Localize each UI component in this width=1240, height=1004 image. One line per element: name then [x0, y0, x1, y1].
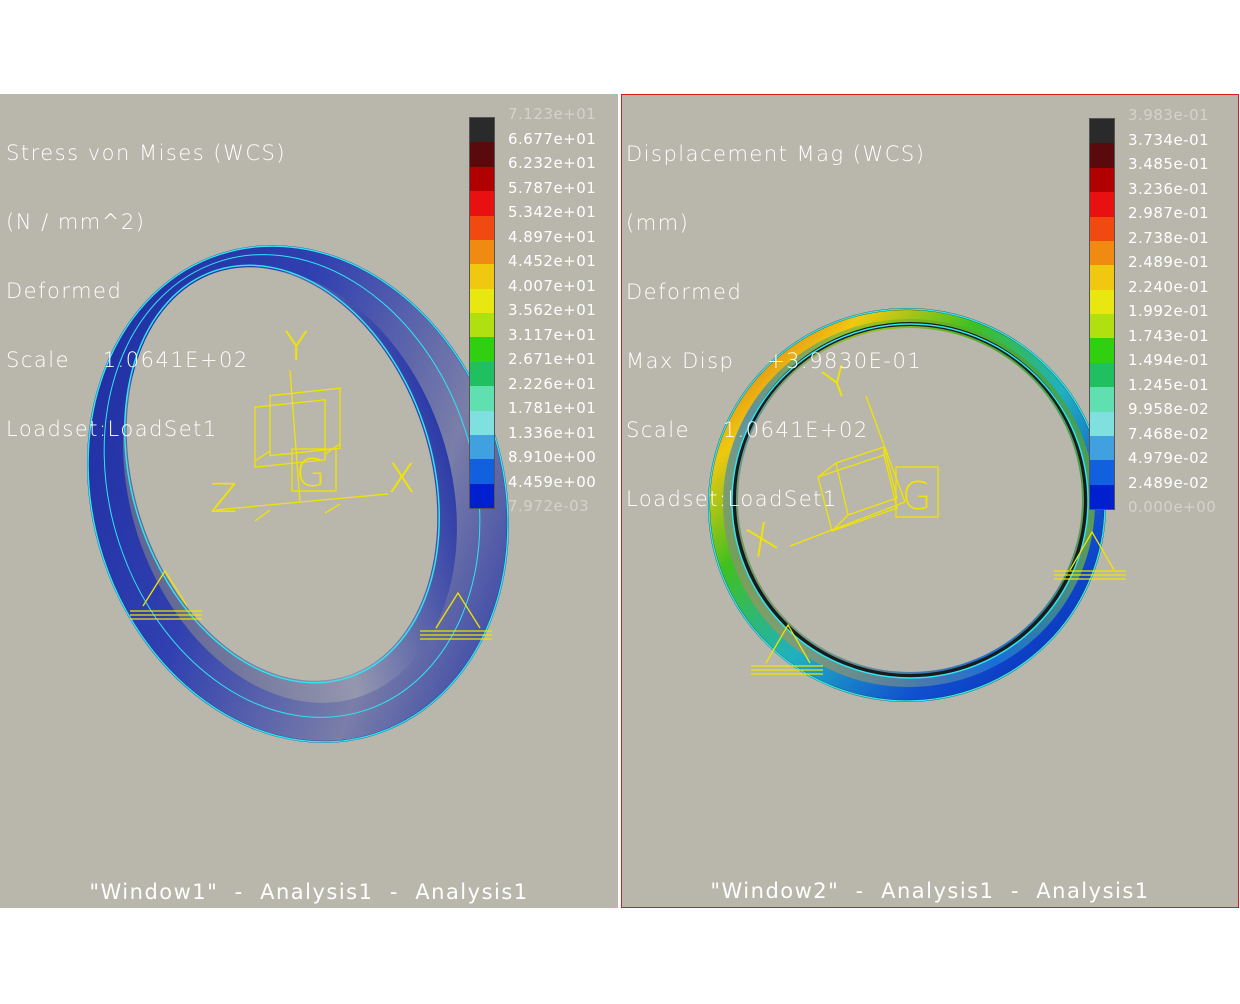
info-line-scale: Scale 1.0641E+02: [626, 418, 869, 442]
legend-color-segment: [1090, 460, 1114, 485]
legend-color-segment: [470, 288, 494, 313]
legend-value-label: 2.671e+01: [508, 350, 597, 368]
legend-value-label: 1.743e-01: [1128, 326, 1210, 345]
info-line-quantity: Stress von Mises (WCS): [6, 141, 287, 165]
legend-value-label: 8.910e+00: [508, 448, 597, 466]
legend-value-label: 3.236e-01: [1128, 179, 1210, 198]
legend-color-segment: [1090, 314, 1114, 339]
legend-color-segment: [470, 410, 494, 435]
legend-color-segment: [470, 386, 494, 411]
info-line-units: (mm): [626, 211, 690, 235]
legend-color-segment: [1090, 240, 1114, 266]
legend-color-segment: [1090, 265, 1114, 290]
legend-color-segment: [470, 191, 494, 216]
legend-color-segment: [1090, 143, 1114, 168]
legend-value-label: 6.677e+01: [508, 129, 597, 148]
legend-value-label: 3.983e-01: [1128, 106, 1210, 124]
legend-value-label: 3.562e+01: [508, 301, 597, 319]
legend-value-label: 1.494e-01: [1128, 351, 1210, 369]
info-line-scale: Scale 1.0641E+02: [6, 348, 249, 372]
info-line-units: (N / mm^2): [6, 210, 146, 234]
legend-value-label: 2.226e+01: [508, 374, 597, 393]
legend-value-label: 2.240e-01: [1128, 277, 1210, 296]
axis-label-y: Y: [284, 324, 308, 370]
legend-color-segment: [470, 264, 494, 289]
legend-value-label: 2.738e-01: [1128, 228, 1210, 247]
legend-color-segment: [470, 166, 494, 192]
legend-value-label: 1.336e+01: [508, 423, 597, 442]
legend-value-label: 9.958e-02: [1128, 400, 1210, 418]
window-footer: "Window1" - Analysis1 - Analysis1: [89, 880, 529, 904]
legend-value-label: 4.452e+01: [508, 252, 597, 270]
legend-color-segment: [1090, 362, 1114, 388]
viewport-window2[interactable]: Y X G Displacement Mag (WCS) (mm) Deform…: [621, 94, 1239, 908]
legend-value-label: 5.787e+01: [508, 178, 597, 197]
legend-value-label: 4.979e-02: [1128, 449, 1210, 467]
legend-color-segment: [470, 239, 494, 265]
axis-label-x: X: [388, 456, 415, 502]
viewport-window1[interactable]: Y X Z G Stress von Mises (WCS) (N / mm^2…: [0, 94, 618, 908]
legend-value-label: 1.245e-01: [1128, 375, 1210, 394]
legend-color-segment: [470, 118, 494, 143]
info-line-loadset: Loadset:LoadSet1: [6, 417, 218, 441]
legend-color-segment: [1090, 167, 1114, 193]
info-line-quantity: Displacement Mag (WCS): [626, 142, 926, 166]
legend-value-label: 3.734e-01: [1128, 130, 1210, 149]
color-legend-bar: [1089, 118, 1115, 510]
info-line-loadset: Loadset:LoadSet1: [626, 487, 838, 511]
legend-color-segment: [470, 313, 494, 338]
legend-color-segment: [1090, 338, 1114, 363]
legend-color-segment: [1090, 289, 1114, 314]
legend-color-segment: [470, 434, 494, 460]
legend-color-segment: [1090, 435, 1114, 461]
legend-value-label: 1.781e+01: [508, 399, 597, 417]
window-footer: "Window2" - Analysis1 - Analysis1: [710, 879, 1150, 903]
legend-color-segment: [470, 459, 494, 484]
legend-color-segment: [1090, 411, 1114, 436]
legend-value-label: 7.123e+01: [508, 105, 597, 123]
legend-value-label: 4.459e+00: [508, 472, 597, 491]
result-info-panel: Displacement Mag (WCS) (mm) Deformed Max…: [626, 97, 925, 557]
legend-color-segment: [1090, 192, 1114, 217]
legend-color-segment: [1090, 387, 1114, 412]
result-info-panel: Stress von Mises (WCS) (N / mm^2) Deform…: [6, 96, 286, 487]
legend-color-segment: [1090, 119, 1114, 144]
legend-value-label: 3.117e+01: [508, 325, 597, 344]
color-legend-bar: [469, 117, 495, 509]
legend-color-segment: [470, 483, 494, 508]
legend-value-label: 7.972e-03: [508, 497, 590, 515]
legend-value-label: 4.007e+01: [508, 276, 597, 295]
legend-color-segment: [470, 215, 494, 240]
legend-value-label: 1.992e-01: [1128, 302, 1210, 320]
legend-value-label: 6.232e+01: [508, 154, 597, 172]
legend-value-label: 2.489e-01: [1128, 253, 1210, 271]
legend-color-segment: [470, 337, 494, 362]
info-line-deformed: Deformed: [626, 280, 743, 304]
legend-value-label: 2.987e-01: [1128, 204, 1210, 222]
legend-value-label: 4.897e+01: [508, 227, 597, 246]
legend-color-segment: [470, 142, 494, 167]
legend-color-segment: [1090, 484, 1114, 509]
legend-value-label: 0.000e+00: [1128, 498, 1217, 516]
legend-color-segment: [470, 361, 494, 387]
csys-label: G: [296, 451, 325, 495]
legend-value-label: 3.485e-01: [1128, 155, 1210, 173]
legend-value-label: 7.468e-02: [1128, 424, 1210, 443]
info-line-max-disp: Max Disp +3.9830E-01: [626, 349, 923, 373]
legend-color-segment: [1090, 216, 1114, 241]
legend-value-label: 5.342e+01: [508, 203, 597, 221]
info-line-deformed: Deformed: [6, 279, 123, 303]
legend-value-label: 2.489e-02: [1128, 473, 1210, 492]
